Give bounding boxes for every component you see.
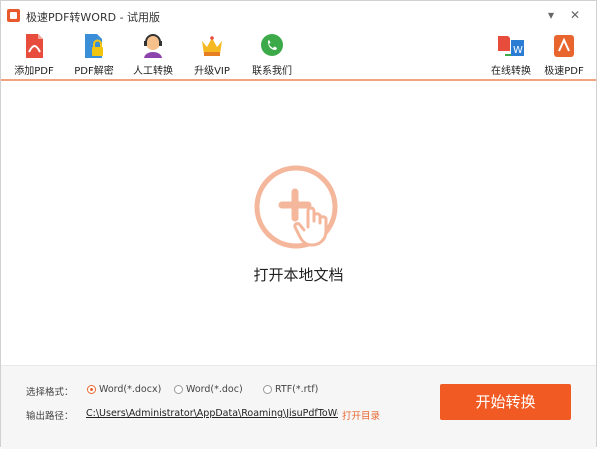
pdf-decrypt-button[interactable]: PDF解密 — [64, 31, 124, 77]
format-docx-label: Word(*.docx) — [99, 384, 162, 395]
open-local-document-label[interactable]: 打开本地文档 — [1, 264, 596, 285]
format-label: 选择格式： — [26, 387, 74, 398]
open-directory-link[interactable]: 打开目录 — [342, 408, 380, 422]
upgrade-vip-label: 升级VIP — [194, 66, 230, 77]
jisu-pdf-icon — [554, 35, 574, 57]
app-logo-icon — [7, 9, 20, 22]
crown-icon — [202, 36, 222, 56]
jisu-pdf-button[interactable]: 极速PDF — [534, 31, 594, 77]
format-doc-label: Word(*.doc) — [186, 384, 243, 395]
add-pdf-icon — [26, 34, 43, 58]
add-pdf-label: 添加PDF — [14, 66, 54, 77]
minimize-button[interactable]: ▾ — [543, 7, 559, 23]
app-window: 极速PDF转WORD - 试用版 ▾ ✕ 添加PDF PDF解密 人工转换 升级… — [0, 0, 597, 449]
output-path-value[interactable]: C:\Users\Administrator\AppData\Roaming\J… — [86, 408, 338, 419]
window-title: 极速PDF转WORD - 试用版 — [26, 11, 161, 24]
contact-us-button[interactable]: 联系我们 — [242, 31, 302, 77]
add-pdf-button[interactable]: 添加PDF — [4, 31, 64, 77]
online-convert-button[interactable]: W 在线转换 — [481, 31, 541, 77]
contact-us-label: 联系我们 — [252, 66, 292, 77]
svg-text:W: W — [513, 45, 523, 56]
manual-convert-label: 人工转换 — [133, 66, 173, 77]
format-rtf-radio[interactable]: RTF(*.rtf) — [263, 384, 318, 398]
format-rtf-label: RTF(*.rtf) — [275, 384, 319, 395]
pdf-decrypt-label: PDF解密 — [74, 66, 114, 77]
manual-convert-button[interactable]: 人工转换 — [123, 31, 183, 77]
online-convert-label: 在线转换 — [491, 66, 531, 77]
start-convert-button[interactable]: 开始转换 — [440, 384, 571, 420]
jisu-pdf-label: 极速PDF — [544, 66, 584, 77]
chat-phone-icon — [261, 34, 283, 56]
output-settings-panel: 选择格式： Word(*.docx) Word(*.doc) RTF(*.rtf… — [1, 365, 596, 449]
format-doc-radio[interactable]: Word(*.doc) — [174, 384, 243, 398]
toolbar: 添加PDF PDF解密 人工转换 升级VIP 联系我们 W 在线转换 极速PDF — [1, 31, 596, 81]
upgrade-vip-button[interactable]: 升级VIP — [182, 31, 242, 77]
drop-area[interactable]: 打开本地文档 — [1, 81, 596, 365]
pdf-lock-icon — [85, 34, 103, 58]
radio-empty-icon — [263, 385, 272, 394]
format-docx-radio[interactable]: Word(*.docx) — [87, 384, 161, 398]
radio-empty-icon — [174, 385, 183, 394]
add-file-plus-icon[interactable] — [254, 165, 338, 249]
radio-selected-icon — [87, 385, 96, 394]
close-button[interactable]: ✕ — [567, 7, 583, 23]
output-path-label: 输出路径： — [26, 411, 74, 422]
title-bar: 极速PDF转WORD - 试用版 ▾ ✕ — [1, 1, 596, 31]
pdf-to-word-icon: W — [498, 36, 524, 56]
support-agent-icon — [144, 34, 162, 58]
